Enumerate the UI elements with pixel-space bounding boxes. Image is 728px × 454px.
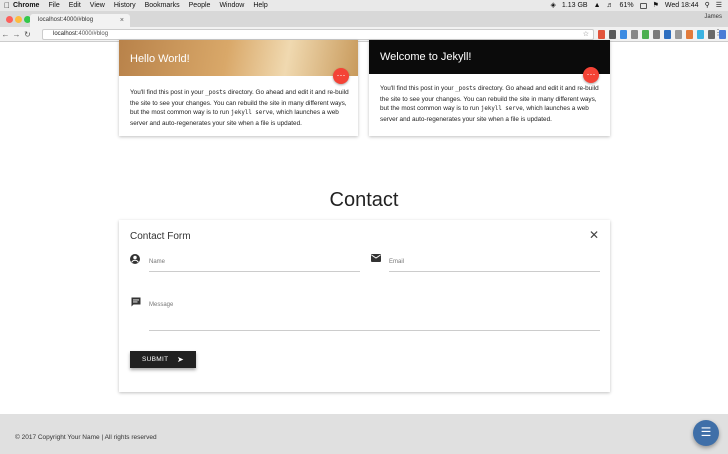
submit-label: SUBMIT — [142, 356, 169, 363]
memory-status[interactable]: 1.13 GB — [562, 0, 588, 11]
back-icon[interactable]: ← — [0, 30, 11, 39]
contact-form-card: Contact Form ✕ Name Email Message SUBMIT… — [119, 220, 610, 392]
name-input[interactable]: Name — [149, 259, 165, 265]
close-window-button[interactable] — [6, 16, 13, 23]
url-host: localhost — [53, 31, 77, 37]
more-horizontal-icon[interactable]: ⋯ — [583, 67, 599, 83]
email-icon — [371, 254, 381, 262]
footer: © 2017 Copyright Your Name | All rights … — [0, 414, 728, 454]
extension-icon[interactable] — [697, 30, 704, 39]
search-icon[interactable]: ⚲ — [705, 0, 710, 11]
close-icon[interactable]: ✕ — [589, 228, 599, 242]
menu-people[interactable]: People — [189, 0, 211, 11]
address-bar[interactable]: localhost:4000/#blog ☆ — [42, 29, 594, 40]
menubar-status: ◈ 1.13 GB ▲ ♬ 61% ⚑ Wed 18:44 ⚲ ☰ — [551, 0, 728, 11]
notification-center-icon[interactable]: ☰ — [716, 0, 722, 11]
extension-icon[interactable] — [664, 30, 671, 39]
email-input[interactable]: Email — [389, 259, 404, 265]
email-input-underline — [389, 271, 600, 272]
post-text-before: You'll find this post in your — [380, 85, 456, 92]
reload-icon[interactable]: ↻ — [22, 30, 33, 39]
macos-menubar:  Chrome File Edit View History Bookmark… — [0, 0, 728, 11]
url-rest: :4000/#blog — [76, 31, 109, 37]
post-code-serve: jekyll serve — [230, 110, 273, 117]
chrome-menu-icon[interactable]: ⋮ — [714, 28, 722, 37]
chrome-tab-strip: localhost:4000/#blog × James — [0, 11, 728, 27]
tab-title: localhost:4000/#blog — [38, 17, 94, 23]
post-excerpt: You'll find this post in your _posts dir… — [130, 88, 350, 128]
post-title[interactable]: Welcome to Jekyll! — [380, 51, 472, 63]
post-code-posts: _posts — [205, 90, 227, 96]
post-code-serve: jekyll serve — [480, 106, 523, 113]
message-textarea-underline — [149, 330, 600, 331]
extension-icon[interactable] — [598, 30, 605, 39]
volume-icon[interactable]: ♬ — [607, 0, 614, 11]
flag-icon[interactable]: ⚑ — [653, 0, 659, 11]
dropbox-icon[interactable]: ◈ — [551, 0, 556, 11]
message-icon — [131, 297, 141, 307]
contact-form-title: Contact Form — [130, 231, 191, 242]
post-title[interactable]: Hello World! — [130, 53, 190, 65]
extension-icon[interactable] — [675, 30, 682, 39]
battery-icon[interactable] — [639, 2, 647, 9]
menu-file[interactable]: File — [48, 0, 59, 11]
menu-app-chrome[interactable]: Chrome — [13, 0, 39, 11]
post-card: Welcome to Jekyll! ⋯ You'll find this po… — [369, 40, 610, 136]
post-excerpt: You'll find this post in your _posts dir… — [380, 84, 604, 124]
post-text-before: You'll find this post in your — [130, 89, 206, 96]
extension-icon[interactable] — [609, 30, 616, 39]
post-code-posts: _posts — [455, 86, 477, 92]
contact-heading: Contact — [329, 189, 399, 211]
menu-fab-button[interactable]: ☰ — [693, 420, 719, 446]
minimize-window-button[interactable] — [15, 16, 22, 23]
clock[interactable]: Wed 18:44 — [665, 0, 699, 11]
browser-tab[interactable]: localhost:4000/#blog × — [30, 14, 130, 27]
apple-icon[interactable]:  — [4, 0, 13, 11]
name-input-underline — [149, 271, 360, 272]
extension-icon[interactable] — [620, 30, 627, 39]
tab-close-icon[interactable]: × — [120, 14, 124, 27]
extension-icon[interactable] — [642, 30, 649, 39]
forward-icon[interactable]: → — [11, 30, 22, 39]
menu-icon: ☰ — [700, 425, 712, 439]
extension-icon[interactable] — [631, 30, 638, 39]
extension-icon[interactable] — [686, 30, 693, 39]
wifi-icon[interactable]: ▲ — [594, 0, 601, 11]
footer-copyright: © 2017 Copyright Your Name | All rights … — [15, 434, 157, 441]
more-horizontal-icon[interactable]: ⋯ — [333, 68, 349, 84]
menu-bookmarks[interactable]: Bookmarks — [145, 0, 180, 11]
chrome-toolbar: ← → ↻ localhost:4000/#blog ☆ ⋮ — [0, 27, 728, 42]
bookmark-star-icon[interactable]: ☆ — [583, 30, 589, 39]
battery-status[interactable]: 61% — [620, 0, 634, 11]
submit-button[interactable]: SUBMIT ➤ — [130, 351, 196, 368]
account-circle-icon — [130, 254, 140, 264]
menu-edit[interactable]: Edit — [69, 0, 81, 11]
menu-window[interactable]: Window — [219, 0, 244, 11]
menu-help[interactable]: Help — [253, 0, 267, 11]
message-textarea[interactable]: Message — [149, 302, 173, 308]
menu-view[interactable]: View — [90, 0, 105, 11]
extension-icon[interactable] — [653, 30, 660, 39]
menu-history[interactable]: History — [114, 0, 136, 11]
extension-icons — [598, 30, 726, 39]
post-card: Hello World! ⋯ You'll find this post in … — [119, 40, 358, 136]
send-icon: ➤ — [176, 355, 184, 364]
profile-name[interactable]: James — [704, 14, 722, 20]
